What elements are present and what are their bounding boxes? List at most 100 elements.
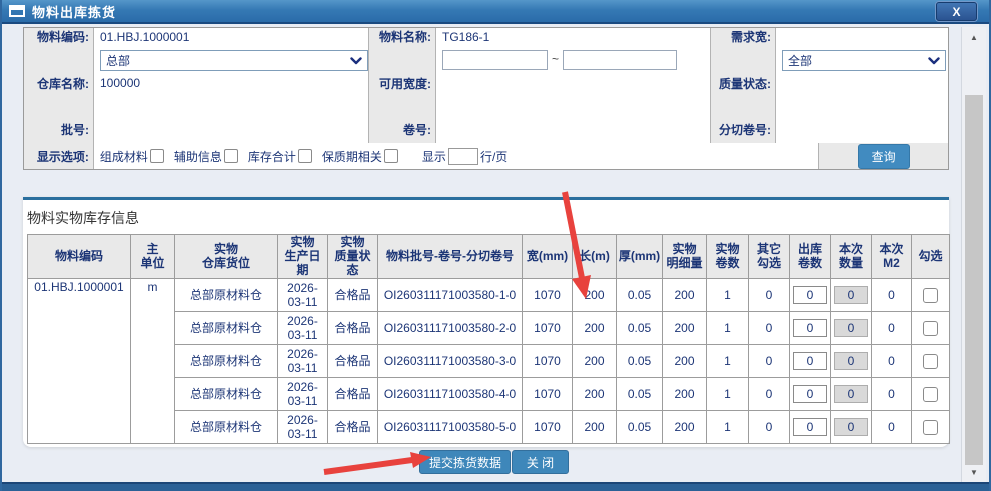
inventory-section-title: 物料实物库存信息 xyxy=(27,208,139,228)
option-compose-material-checkbox[interactable] xyxy=(150,149,164,163)
available-width-min-input[interactable] xyxy=(442,50,548,70)
dialog-bottom-edge xyxy=(2,482,989,491)
col-warehouse-location: 实物 仓库货位 xyxy=(175,235,278,279)
scroll-up-icon[interactable]: ▲ xyxy=(962,29,986,45)
col-width-mm: 宽(mm) xyxy=(523,235,573,279)
out-rolls-input[interactable] xyxy=(793,352,827,370)
row-select-checkbox[interactable] xyxy=(923,420,938,435)
cell-batch-no: OI260311171003580-1-0 xyxy=(378,279,523,312)
cell-length: 200 xyxy=(573,411,617,444)
option-shelf-life-checkbox[interactable] xyxy=(384,149,398,163)
rows-per-page-prefix: 显示 xyxy=(422,148,446,165)
option-auxiliary-info-label: 辅助信息 xyxy=(174,148,222,165)
rows-per-page-input[interactable] xyxy=(448,148,478,165)
cell-width: 1070 xyxy=(523,378,573,411)
cell-prod-date: 2026-03-11 xyxy=(278,279,328,312)
close-icon[interactable]: X xyxy=(936,2,977,21)
col-prod-date: 实物 生产日期 xyxy=(278,235,328,279)
col-main-unit: 主 单位 xyxy=(131,235,175,279)
warehouse-select[interactable]: 总部 xyxy=(100,50,368,71)
cell-location: 总部原材料仓 xyxy=(175,279,278,312)
material-code-value: 01.HBJ.1000001 xyxy=(94,28,369,48)
submit-picking-button[interactable]: 提交拣货数据 xyxy=(419,450,511,474)
quality-status-label: 质量状态: xyxy=(711,48,776,118)
cell-batch-no: OI260311171003580-3-0 xyxy=(378,345,523,378)
cell-length: 200 xyxy=(573,279,617,312)
cell-thickness: 0.05 xyxy=(617,411,663,444)
col-detail-qty: 实物 明细量 xyxy=(663,235,707,279)
cell-length: 200 xyxy=(573,345,617,378)
range-separator: ~ xyxy=(552,52,559,66)
demand-width-value xyxy=(776,28,948,48)
rows-per-page-suffix: 行/页 xyxy=(480,148,507,165)
cell-thickness: 0.05 xyxy=(617,345,663,378)
cell-batch-no: OI260311171003580-4-0 xyxy=(378,378,523,411)
cell-quality: 合格品 xyxy=(328,279,378,312)
quality-status-select[interactable]: 全部 xyxy=(782,50,946,71)
cell-other-check: 0 xyxy=(749,312,790,345)
cell-detail-qty: 200 xyxy=(663,411,707,444)
query-button[interactable]: 查询 xyxy=(858,144,910,169)
warehouse-select-value: 总部 xyxy=(106,52,350,69)
cell-other-check: 0 xyxy=(749,279,790,312)
cell-location: 总部原材料仓 xyxy=(175,378,278,411)
red-arrow-right-icon xyxy=(324,452,431,472)
cell-quality: 合格品 xyxy=(328,378,378,411)
cell-other-check: 0 xyxy=(749,411,790,444)
cell-detail-qty: 200 xyxy=(663,378,707,411)
slit-roll-value[interactable] xyxy=(776,118,948,143)
row-select-checkbox[interactable] xyxy=(923,321,938,336)
cell-quality: 合格品 xyxy=(328,312,378,345)
display-options-label: 显示选项: xyxy=(24,143,94,169)
cell-location: 总部原材料仓 xyxy=(175,312,278,345)
out-rolls-input[interactable] xyxy=(793,319,827,337)
cell-prod-date: 2026-03-11 xyxy=(278,378,328,411)
available-width-max-input[interactable] xyxy=(563,50,677,70)
cell-width: 1070 xyxy=(523,279,573,312)
col-length-m: 长(m) xyxy=(573,235,617,279)
close-button[interactable]: 关 闭 xyxy=(512,450,569,474)
cell-length: 200 xyxy=(573,312,617,345)
col-thickness-mm: 厚(mm) xyxy=(617,235,663,279)
out-rolls-input[interactable] xyxy=(793,418,827,436)
cell-batch-no: OI260311171003580-5-0 xyxy=(378,411,523,444)
cell-thickness: 0.05 xyxy=(617,312,663,345)
cell-thickness: 0.05 xyxy=(617,279,663,312)
cell-other-check: 0 xyxy=(749,345,790,378)
chevron-down-icon xyxy=(928,57,940,65)
this-qty-input xyxy=(834,352,868,370)
material-outbound-picking-dialog: 物料出库拣货 X 物料编码: 01.HBJ.1000001 物料名称: TG18… xyxy=(0,0,991,491)
col-select: 勾选 xyxy=(912,235,950,279)
option-compose-material-label: 组成材料 xyxy=(100,148,148,165)
cell-this-m2: 0 xyxy=(872,312,912,345)
cell-width: 1070 xyxy=(523,345,573,378)
option-auxiliary-info-checkbox[interactable] xyxy=(224,149,238,163)
row-select-checkbox[interactable] xyxy=(923,387,938,402)
cell-roll-count: 1 xyxy=(707,312,749,345)
out-rolls-input[interactable] xyxy=(793,286,827,304)
col-roll-count: 实物 卷数 xyxy=(707,235,749,279)
cell-material-code: 01.HBJ.1000001 xyxy=(28,279,131,444)
cell-this-m2: 0 xyxy=(872,279,912,312)
option-stock-total-checkbox[interactable] xyxy=(298,149,312,163)
table-row: 01.HBJ.1000001 m 总部原材料仓 2026-03-11 合格品 O… xyxy=(28,279,950,312)
row-select-checkbox[interactable] xyxy=(923,354,938,369)
slit-roll-label: 分切卷号: xyxy=(711,118,776,143)
material-name-value: TG186-1 xyxy=(436,28,711,48)
cell-detail-qty: 200 xyxy=(663,279,707,312)
out-rolls-input[interactable] xyxy=(793,385,827,403)
cell-quality: 合格品 xyxy=(328,411,378,444)
batch-value[interactable] xyxy=(94,118,369,143)
scrollbar-thumb[interactable] xyxy=(965,95,983,465)
cell-length: 200 xyxy=(573,378,617,411)
cell-this-m2: 0 xyxy=(872,411,912,444)
option-stock-total-label: 库存合计 xyxy=(248,148,296,165)
cell-detail-qty: 200 xyxy=(663,345,707,378)
this-qty-input xyxy=(834,286,868,304)
cell-unit: m xyxy=(131,279,175,444)
filter-form: 物料编码: 01.HBJ.1000001 物料名称: TG186-1 需求宽: … xyxy=(23,27,949,170)
roll-value[interactable] xyxy=(436,118,711,143)
vertical-scrollbar[interactable]: ▲ ▼ xyxy=(961,27,986,482)
row-select-checkbox[interactable] xyxy=(923,288,938,303)
scroll-down-icon[interactable]: ▼ xyxy=(962,464,986,480)
